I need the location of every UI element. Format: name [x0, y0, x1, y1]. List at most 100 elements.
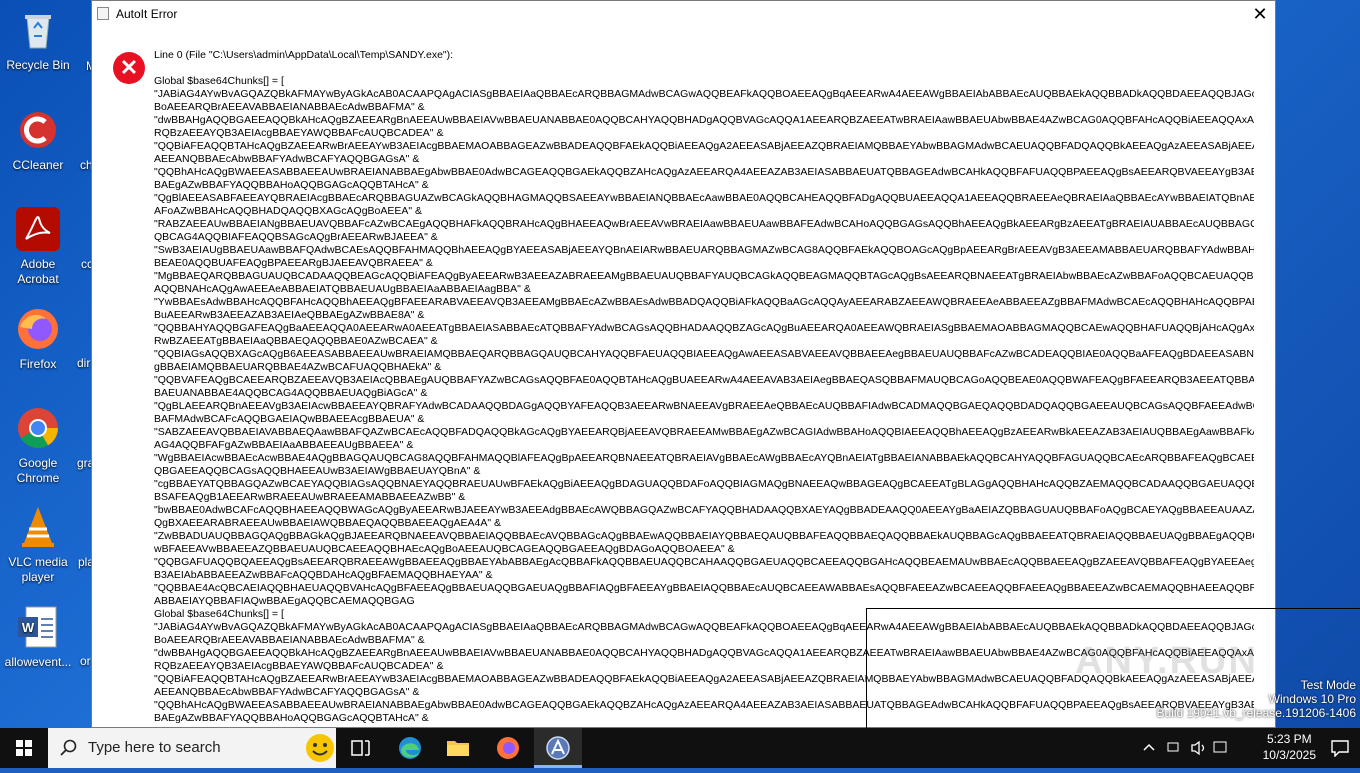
- message-line: "WgBBAEIAcwBBAEcAcwBBAE4AQgBBAGQAUQBCAG8…: [154, 452, 1254, 464]
- message-line: BuAEEARwB3AEEAZAB3AEIAeQBBAEgAZwBBAE8A" …: [154, 309, 425, 321]
- message-line: Line 0 (File "C:\Users\admin\AppData\Loc…: [154, 49, 454, 61]
- message-line: "QQBGAFUAQQBQAEEAQgBsAEEARQBRAEEAWgBBAEE…: [154, 556, 1254, 568]
- taskbar-firefox[interactable]: [484, 728, 532, 768]
- message-line: "YwBBAEsAdwBBAHcAQQBFAHcAQQBhAEEAQgBFAEE…: [154, 296, 1254, 308]
- message-line: BoAEEARQBrAEEAVABBAEIANABBAEcAdwBBAFMA" …: [154, 101, 425, 113]
- message-line: "MgBBAEQARQBBAGUAUQBCADAAQQBEAGcAQQBiAFE…: [154, 270, 1254, 282]
- taskbar: Type here to search 5:23 PM 10/3/2025: [0, 728, 1360, 768]
- desktop-icon-label: CCleaner: [12, 158, 64, 172]
- message-line: AQQBNAHcAQgAwAEEAeABBAEIATQBBAEUAUgBBAEI…: [154, 283, 531, 295]
- message-line: "SwB3AEIAUgBBAEUAawBBAFQAdwBCAEsAQQBFAHM…: [154, 244, 1254, 256]
- firefox-icon: [497, 737, 519, 759]
- message-line: "RABZAEEAUwBBAEIANgBBAEUAVQBBAFcAZwBCAEg…: [154, 218, 1254, 230]
- desktop-icon-label: Firefox: [19, 357, 57, 371]
- watermark: ANY.RUN: [1075, 640, 1258, 682]
- desktop-icon-ccleaner[interactable]: CCleaner: [0, 106, 76, 173]
- taskbar-autoit[interactable]: [534, 728, 582, 768]
- search-placeholder: Type here to search: [88, 739, 221, 756]
- notifications-icon[interactable]: [1330, 739, 1350, 757]
- message-line: BAEUANABBAE4AQQBCAG4AQQBBAEUAQgBiAGcA" &: [154, 387, 428, 399]
- message-line: Global $base64Chunks[] = [: [154, 608, 284, 620]
- keyboard-icon: [1213, 741, 1227, 753]
- search-icon: [60, 739, 77, 756]
- adobe-acrobat-icon: [14, 205, 62, 253]
- message-line: "SABZAEEAVQBBAEIAVABBAEQAawBBAFQAZwBCAEc…: [154, 426, 1254, 438]
- build-label: Build 19041.vb_release.191206-1406: [1156, 706, 1357, 720]
- desktop-icon-recycle-bin[interactable]: Recycle Bin: [0, 6, 76, 73]
- desktop-icon-label: Recycle Bin: [6, 58, 70, 72]
- message-line: "JABiAG4AYwBvAGQAZQBkAFMAYwByAGkAcAB0ACA…: [154, 88, 1254, 100]
- message-line: BSAFEAQgB1AEEARwBRAEEAUwBRAEEAMABBAEEAZw…: [154, 491, 466, 503]
- message-line: "ZwBBADUAUQBBAGQAQgBBAGkAQgBJAEEARQBNAEE…: [154, 530, 1254, 542]
- test-mode-notice: Test Mode Windows 10 Pro Build 19041.vb_…: [1157, 678, 1357, 720]
- message-line: Global $base64Chunks[] = [: [154, 75, 284, 87]
- start-button[interactable]: [0, 728, 48, 768]
- desktop-icon-label: allowevent...: [4, 655, 72, 669]
- network-icon: [1167, 742, 1179, 752]
- word-document-icon: W: [14, 603, 62, 651]
- message-line: BAEgAZwBBAFYAQQBBAHoAQQBGAGcAQQBTAHcA" &: [154, 179, 429, 191]
- chrome-icon: [14, 404, 62, 452]
- message-line: RwBZAEEATgBBAEIAaQBBAEQAQQBBAE0AZwBCAEA"…: [154, 335, 438, 347]
- message-line: BAFMAdwBCAFcAQQBGAEIAQwBBAEEAcgBBAEUA" &: [154, 413, 425, 425]
- message-line: "QQBBAE4AcQBCAEIAQQBHAEUAQQBVAHcAQgBFAEE…: [154, 582, 1254, 594]
- task-view-button[interactable]: [336, 728, 384, 768]
- message-line: AG4AQQBFAFgAZwBBAEIAaABBAEEAUgBBAEEA" &: [154, 439, 414, 451]
- task-view-icon: [351, 740, 370, 756]
- message-line: AFoAZwBBAHcAQQBHADQAQQBXAGcAQgBoAEEA" &: [154, 205, 423, 217]
- desktop-peek-label: dir: [77, 356, 91, 370]
- clock[interactable]: 5:23 PM 10/3/2025: [1263, 731, 1316, 763]
- message-line: "QQBhAHcAQgBWAEEASABBAEEAUwBRAEIANABBAEg…: [154, 166, 1254, 178]
- autoit-icon: [546, 736, 570, 760]
- desktop-icon-word-doc[interactable]: W allowevent...: [0, 603, 76, 670]
- close-button[interactable]: ✕: [1245, 1, 1275, 27]
- autoit-app-icon: [97, 7, 109, 20]
- message-line: "QQBIAGsAQQBXAGcAQgB6AEEASABBAEEAUwBRAEI…: [154, 348, 1254, 360]
- message-line: AEEANQBBAEcAbwBBAFYAdwBCAFYAQQBGAGsA" &: [154, 686, 420, 698]
- message-line: gBBAEIAMQBBAEUARQBBAE4AZwBCAFUAQQBHAEkA"…: [154, 361, 442, 373]
- message-line: RQBzAEEAYQB3AEIAcgBBAEYAWQBBAFcAUQBCADEA…: [154, 127, 444, 139]
- desktop-icon-label: Google Chrome: [16, 456, 60, 485]
- taskbar-edge[interactable]: [386, 728, 434, 768]
- message-line: "bwBBAE0AdwBCAFcAQQBHAEEAQQBWAGcAQgByAEE…: [154, 504, 1254, 516]
- message-line: B3AEIAbABBAEEAZwBBAFcAQQBDAHcAQgBFAEMAQQ…: [154, 569, 493, 581]
- system-tray: 5:23 PM 10/3/2025: [1140, 728, 1360, 768]
- clock-date: 10/3/2025: [1262, 748, 1316, 762]
- message-line: BEAE0AQQBUAFEAQgBPAEEARgBJAEEAVQBRAEEA" …: [154, 257, 433, 269]
- message-line: QBGAEEAQQBCAGsAQQBHAEEAUwB3AEIAWgBBAEUAY…: [154, 465, 481, 477]
- desktop-icon-adobe-acrobat[interactable]: Adobe Acrobat: [0, 205, 76, 287]
- message-line: BAEgAZwBBAFYAQQBBAHoAQQBGAGcAQQBTAHcA" &: [154, 712, 429, 724]
- error-message: Line 0 (File "C:\Users\admin\AppData\Loc…: [154, 49, 1254, 725]
- taskbar-file-explorer[interactable]: [434, 728, 482, 768]
- autoit-error-dialog: AutoIt Error ✕ ✕ Line 0 (File "C:\Users\…: [91, 0, 1276, 728]
- message-line: "QQBBAHYAQQBGAFEAQgBaAEEAQQA0AEEARwA0AEE…: [154, 322, 1254, 334]
- desktop-icon-google-chrome[interactable]: Google Chrome: [0, 404, 76, 486]
- dialog-titlebar[interactable]: AutoIt Error ✕: [92, 1, 1275, 28]
- message-line: "cgBBAEYATQBBAGQAZwBCAEYAQQBIAGsAQQBNAEY…: [154, 478, 1254, 490]
- desktop: Recycle Bin CCleaner Adobe Acrobat Firef…: [0, 0, 1360, 728]
- message-line: "QgBLAEEARQBnAEEAVgB3AEIAcwBBAEEAYQBRAFY…: [154, 400, 1254, 412]
- clock-time: 5:23 PM: [1266, 732, 1312, 746]
- smiley-icon: [306, 734, 334, 762]
- ccleaner-icon: [14, 106, 62, 154]
- desktop-icon-label: Adobe Acrobat: [17, 257, 59, 286]
- message-line: QBCAG4AQQBIAFEAQQBSAGcAQgBrAEEARwBJAEEA"…: [154, 231, 438, 243]
- desktop-icon-vlc[interactable]: VLC media player: [0, 503, 76, 585]
- folder-icon: [447, 741, 469, 756]
- windows-logo-icon: [16, 740, 32, 756]
- message-line: AEEANQBBAEcAbwBBAFYAdwBCAFYAQQBGAGsA" &: [154, 153, 420, 165]
- message-line: "QgBlAEEASABFAEEAYQBRAEIAcgBBAEcARQBBAGU…: [154, 192, 1254, 204]
- chevron-up-icon: [1143, 743, 1155, 751]
- svg-text:W: W: [22, 620, 35, 635]
- message-line: QgBXAEEARABRAEEAUwBBAEIAWQBBAEQAQQBBAEEA…: [154, 517, 502, 529]
- search-box[interactable]: Type here to search: [48, 728, 336, 768]
- message-line: [154, 62, 1254, 75]
- message-line: "QQBiAFEAQQBTAHcAQgBZAEEARwBrAEEAYwB3AEI…: [154, 140, 1254, 152]
- desktop-icon-firefox[interactable]: Firefox: [0, 305, 76, 372]
- vlc-icon: [14, 503, 62, 551]
- error-icon: ✕: [113, 52, 145, 84]
- desktop-icon-label: VLC media player: [8, 555, 68, 584]
- firefox-icon: [14, 305, 62, 353]
- dialog-title: AutoIt Error: [116, 7, 178, 21]
- recycle-bin-icon: [14, 6, 62, 54]
